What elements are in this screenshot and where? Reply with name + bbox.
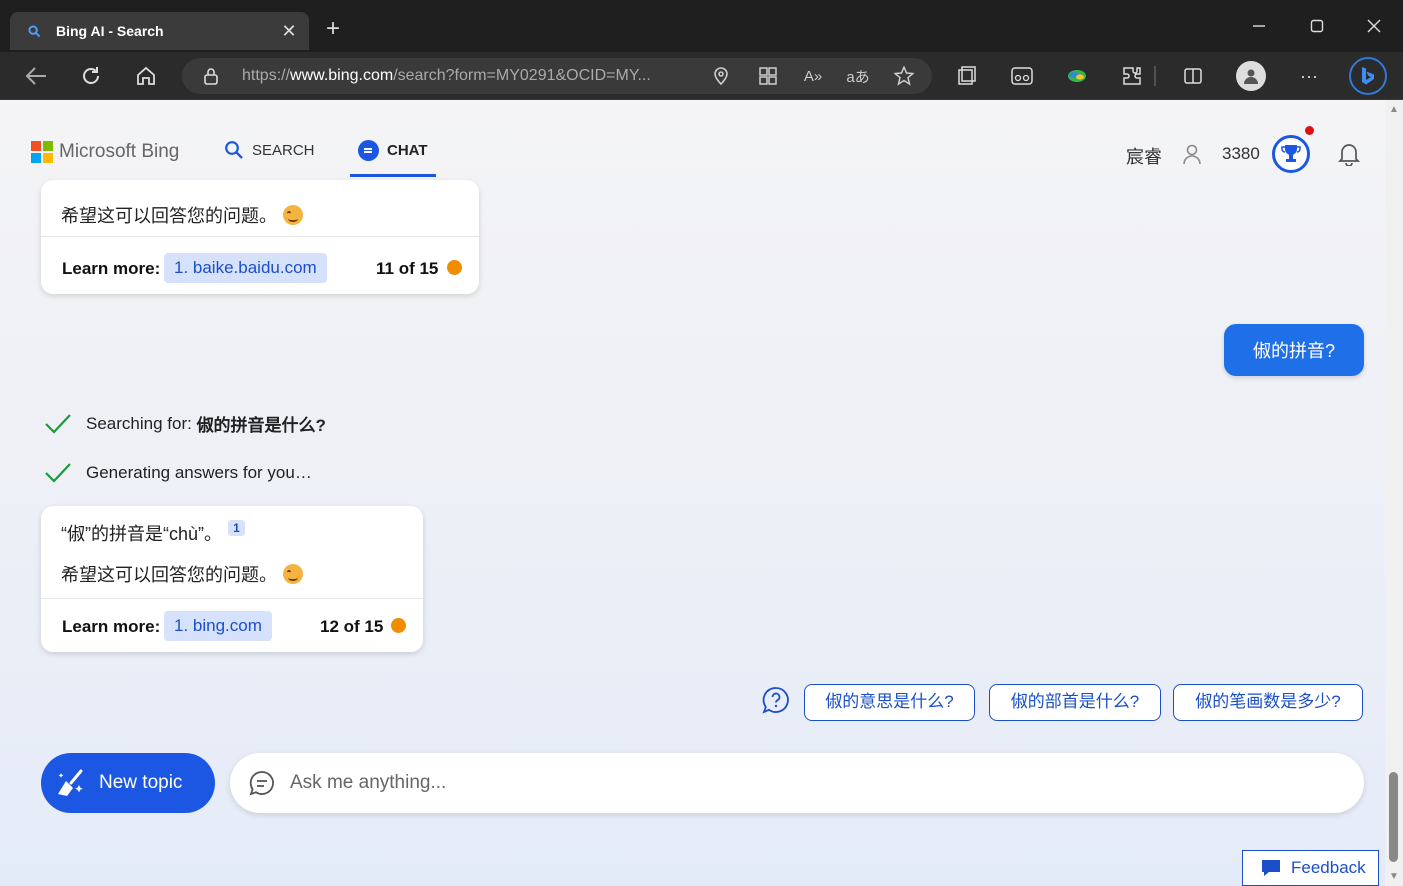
maximize-button[interactable] [1303,12,1331,40]
rewards-points[interactable]: 3380 [1222,144,1260,164]
more-menu-icon[interactable]: ··· [1295,62,1323,90]
add-favorite-icon[interactable] [892,64,916,88]
page-scrollbar[interactable]: ▲ ▼ [1385,100,1403,886]
bing-sidebar-icon[interactable] [1349,57,1387,95]
back-icon[interactable] [22,62,50,90]
turn-counter: 11 of 15 [376,259,439,278]
checkmark-icon [45,463,71,483]
learn-more-label: Learn more: [62,259,161,278]
nav-search-label: SEARCH [252,141,315,159]
ask-box[interactable] [230,753,1364,813]
generating-status: Generating answers for you… [44,461,312,485]
edge-extension-icon[interactable] [1063,62,1091,90]
new-tab-button[interactable]: + [320,16,346,42]
suggestion-chip[interactable]: 俶的部首是什么? [989,684,1161,721]
broom-icon [58,769,83,796]
bell-icon[interactable] [1337,142,1362,167]
search-icon [26,23,42,39]
tab-title: Bing AI - Search [56,23,164,39]
rewards-trophy-icon[interactable] [1272,135,1310,173]
searching-status: Searching for: 俶的拼音是什么? [44,411,326,436]
microsoft-bing-logo[interactable]: Microsoft Bing [31,141,179,163]
user-message-bubble: 俶的拼音? [1224,324,1364,376]
close-tab-icon[interactable]: ✕ [279,21,299,42]
address-bar[interactable]: https://www.bing.com/search?form=MY0291&… [182,58,932,94]
suggestion-chip[interactable]: 俶的笔画数是多少? [1173,684,1363,721]
new-topic-label: New topic [99,772,183,793]
bot-answer-line2: 希望这可以回答您的问题。 [61,561,303,587]
learn-more-label: Learn more: [62,617,161,636]
collections-icon[interactable] [953,62,981,90]
scroll-down-arrow-icon[interactable]: ▼ [1389,871,1399,882]
citation-badge[interactable]: 1 [228,520,245,536]
new-topic-button[interactable]: New topic [41,753,215,813]
apps-icon[interactable] [756,64,780,88]
scroll-thumb[interactable] [1389,772,1398,862]
immersive-reader-icon[interactable] [1008,62,1036,90]
smile-emoji-icon [283,564,303,584]
help-question-icon[interactable] [762,686,790,714]
microsoft-logo-icon [31,141,53,163]
browser-tab[interactable]: Bing AI - Search ✕ [10,12,309,50]
scroll-up-arrow-icon[interactable]: ▲ [1389,104,1399,115]
feedback-button[interactable]: Feedback [1242,850,1379,886]
search-icon [225,141,243,159]
nav-chat-tab[interactable]: CHAT [358,140,428,161]
card-divider [41,236,479,237]
turn-counter-dot [391,618,406,633]
bot-answer-card-previous: 希望这可以回答您的问题。 Learn more: 1. baike.baidu.… [41,180,479,294]
user-name[interactable]: 宸睿 [1126,143,1162,169]
smile-emoji-icon [283,205,303,225]
nav-search-tab[interactable]: SEARCH [224,140,315,160]
extensions-icon[interactable] [1118,62,1146,90]
feedback-icon [1262,860,1280,876]
bing-chat-page: Microsoft Bing SEARCH CHAT 宸睿 3380 希望这可以… [0,100,1385,886]
location-icon[interactable] [709,64,733,88]
page-header: Microsoft Bing SEARCH CHAT 宸睿 3380 [0,100,1385,190]
user-avatar-icon[interactable] [1180,142,1204,166]
notification-dot [1305,126,1314,135]
chat-icon [358,140,379,161]
browser-toolbar: https://www.bing.com/search?form=MY0291&… [0,52,1403,100]
translate-icon[interactable]: aあ [846,64,870,88]
url-text[interactable]: https://www.bing.com/search?form=MY0291&… [242,67,697,85]
browser-titlebar: Bing AI - Search ✕ + [0,0,1403,52]
bot-answer-line1: “俶”的拼音是“chù”。 1 [61,520,245,546]
turn-counter-dot [447,260,462,275]
bot-answer-text: 希望这可以回答您的问题。 [61,202,303,228]
card-divider [41,598,423,599]
nav-chat-label: CHAT [387,142,428,159]
brand-text: Microsoft Bing [59,141,180,162]
suggestion-chip[interactable]: 俶的意思是什么? [804,684,975,721]
toolbar-divider [1150,62,1160,90]
profile-avatar[interactable] [1236,61,1266,91]
feedback-label: Feedback [1291,858,1366,877]
ask-input[interactable] [290,772,1290,794]
lock-icon[interactable] [202,67,220,85]
read-aloud-icon[interactable]: A» [801,64,825,88]
close-window-button[interactable] [1360,12,1388,40]
bot-answer-card: “俶”的拼音是“chù”。 1 希望这可以回答您的问题。 Learn more: … [41,506,423,652]
checkmark-icon [45,413,71,434]
active-tab-indicator [350,174,436,177]
source-link[interactable]: 1. bing.com [164,611,272,641]
minimize-button[interactable] [1245,12,1273,40]
refresh-icon[interactable] [77,62,105,90]
home-icon[interactable] [132,62,160,90]
chat-bubble-icon [249,771,274,796]
split-screen-icon[interactable] [1179,62,1207,90]
source-link[interactable]: 1. baike.baidu.com [164,253,327,283]
turn-counter: 12 of 15 [320,617,384,636]
